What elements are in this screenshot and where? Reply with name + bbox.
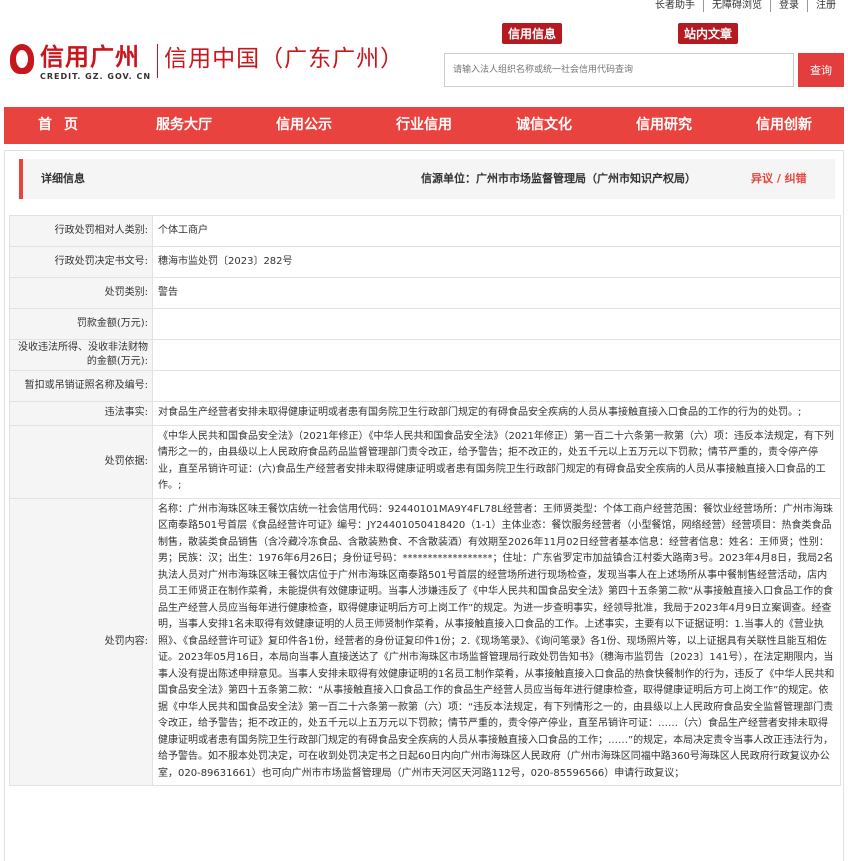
search-bar: 查询 (444, 53, 844, 87)
credit-logo-icon (8, 42, 38, 82)
field-label: 处罚类别: (9, 277, 153, 309)
detail-header: 详细信息 信源单位：广州市市场监督管理局（广州市知识产权局） 异议 / 纠错 (19, 159, 835, 199)
nav-item-service-hall[interactable]: 服务大厅 (124, 107, 244, 144)
nav-item-credit-research[interactable]: 信用研究 (604, 107, 724, 144)
table-row: 行政处罚相对人类别: 个体工商户 (9, 215, 841, 247)
field-label: 暂扣或吊销证照名称及编号: (9, 370, 153, 402)
field-value: 《中华人民共和国食品安全法》（2021年修正）《中华人民共和国食品安全法》（20… (152, 424, 841, 499)
table-row: 处罚依据: 《中华人民共和国食品安全法》（2021年修正）《中华人民共和国食品安… (9, 424, 841, 499)
nav-item-industry-credit[interactable]: 行业信用 (364, 107, 484, 144)
field-value: 对食品生产经营者安排未取得健康证明或者患有国务院卫生行政部门规定的有碍食品安全疾… (152, 401, 841, 426)
objection-link[interactable]: 异议 / 纠错 (751, 159, 807, 199)
field-label: 违法事实: (9, 401, 153, 426)
elder-assistant-link[interactable]: 长者助手 (647, 0, 704, 12)
table-row: 罚款金额(万元): (9, 308, 841, 340)
logo-domain: CREDIT. GZ. GOV. CN (40, 72, 152, 81)
logo-title: 信用广州 (40, 42, 140, 71)
field-value: 名称：广州市海珠区味王餐饮店统一社会信用代码：92440101MA9Y4FL78… (152, 497, 841, 786)
register-link[interactable]: 注册 (808, 0, 844, 12)
source-unit: 信源单位：广州市市场监督管理局（广州市知识产权局） (421, 172, 696, 185)
search-input[interactable] (444, 53, 794, 87)
field-value: 警告 (152, 277, 841, 309)
field-label: 罚款金额(万元): (9, 308, 153, 340)
table-row: 暂扣或吊销证照名称及编号: (9, 370, 841, 402)
table-row: 没收违法所得、没收非法财物的金额(万元): (9, 339, 841, 371)
site-logo[interactable]: 信用广州 CREDIT. GZ. GOV. CN 信用中国（广东广州） (8, 42, 404, 82)
nav-item-integrity-culture[interactable]: 诚信文化 (484, 107, 604, 144)
site-name: 信用中国（广东广州） (164, 46, 405, 72)
field-value: 个体工商户 (152, 215, 841, 247)
field-label: 行政处罚决定书文号: (9, 246, 153, 278)
field-value (152, 308, 841, 340)
detail-panel: 详细信息 信源单位：广州市市场监督管理局（广州市知识产权局） 异议 / 纠错 行… (4, 150, 844, 861)
nav-item-home[interactable]: 首页 (4, 107, 124, 144)
table-row: 处罚类别: 警告 (9, 277, 841, 309)
main-nav: 首页 服务大厅 信用公示 行业信用 诚信文化 信用研究 信用创新 (4, 107, 844, 144)
detail-title: 详细信息 (41, 172, 85, 185)
accessibility-link[interactable]: 无障碍浏览 (704, 0, 771, 12)
table-row: 违法事实: 对食品生产经营者安排未取得健康证明或者患有国务院卫生行政部门规定的有… (9, 401, 841, 426)
field-value (152, 370, 841, 402)
field-value: 穗海市监处罚〔2023〕282号 (152, 246, 841, 278)
nav-item-credit-innovation[interactable]: 信用创新 (724, 107, 844, 144)
field-value (152, 339, 841, 371)
search-button[interactable]: 查询 (798, 53, 844, 87)
top-utility-bar: 长者助手 无障碍浏览 登录 注册 (0, 0, 848, 14)
field-label: 处罚依据: (9, 424, 153, 499)
top-links: 长者助手 无障碍浏览 登录 注册 (647, 0, 844, 12)
table-row: 行政处罚决定书文号: 穗海市监处罚〔2023〕282号 (9, 246, 841, 278)
table-row: 处罚内容: 名称：广州市海珠区味王餐饮店统一社会信用代码：92440101MA9… (9, 497, 841, 786)
search-tab-credit-info[interactable]: 信用信息 (502, 23, 563, 44)
site-header: 信用广州 CREDIT. GZ. GOV. CN 信用中国（广东广州） 信用信息… (0, 14, 848, 104)
login-link[interactable]: 登录 (771, 0, 808, 12)
field-label: 处罚内容: (9, 497, 153, 786)
nav-item-credit-publicity[interactable]: 信用公示 (244, 107, 364, 144)
search-tab-site-articles[interactable]: 站内文章 (678, 23, 739, 44)
penalty-detail-table: 行政处罚相对人类别: 个体工商户 行政处罚决定书文号: 穗海市监处罚〔2023〕… (9, 215, 841, 786)
field-label: 行政处罚相对人类别: (9, 215, 153, 247)
logo-divider (157, 44, 159, 78)
field-label: 没收违法所得、没收非法财物的金额(万元): (9, 339, 153, 371)
